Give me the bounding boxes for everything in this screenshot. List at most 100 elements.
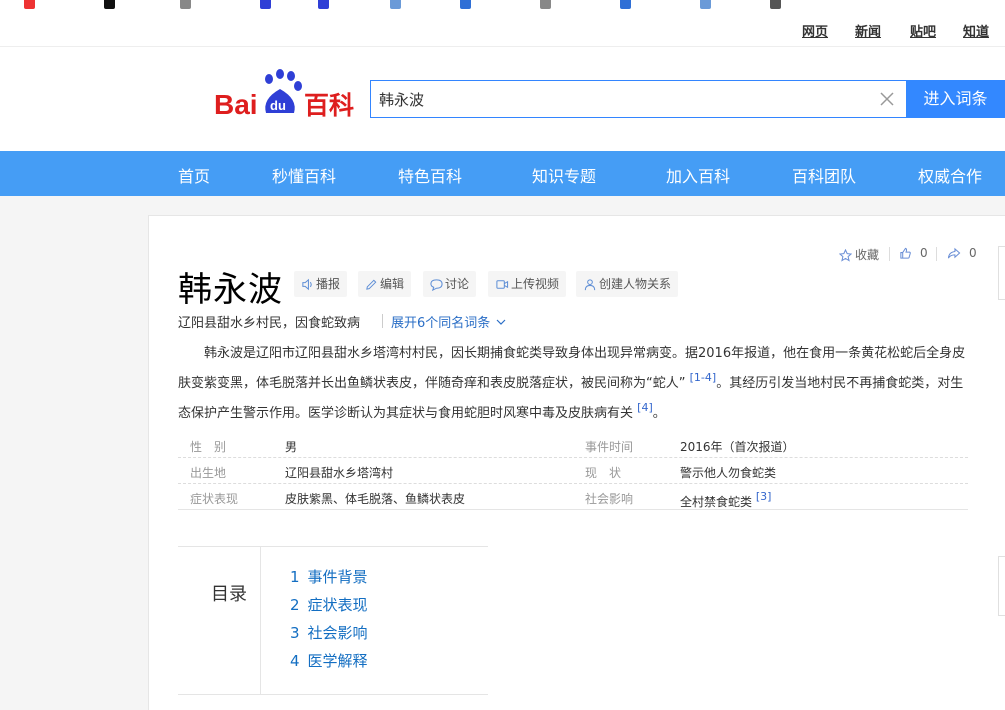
bookmark-item[interactable] (540, 0, 554, 9)
search-input[interactable] (371, 81, 851, 117)
nav-home[interactable]: 首页 (178, 163, 210, 187)
info-row: 出生地 辽阳县甜水乡塔湾村 现 状 警示他人勿食蛇类 (178, 458, 968, 484)
bookmark-icon (260, 0, 271, 9)
info-value: 2016年（首次报道） (680, 440, 795, 454)
bookmark-item[interactable] (318, 0, 332, 9)
top-link-news[interactable]: 新闻 (855, 21, 881, 40)
share-count: 0 (969, 246, 977, 260)
like-count: 0 (920, 246, 928, 260)
broadcast-label: 播报 (316, 277, 341, 291)
entry-card: 收藏 0 0 韩永波 播报 编辑 讨论 上传视频 创建人物关系 辽阳县甜水乡村民… (148, 215, 1005, 710)
bookmark-item[interactable] (180, 0, 194, 9)
nav-join[interactable]: 加入百科 (666, 163, 730, 187)
top-link-tieba[interactable]: 贴吧 (910, 21, 936, 40)
info-label: 性 别 (190, 440, 227, 454)
bookmark-icon (460, 0, 471, 9)
video-icon (496, 280, 509, 289)
toc-label: 社会影响 (307, 624, 368, 642)
nav-cooperation[interactable]: 权威合作 (918, 163, 982, 187)
info-value: 警示他人勿食蛇类 (680, 466, 777, 480)
bookmarks-bar (0, 0, 1005, 14)
toc-item[interactable]: 4 医学解释 (290, 650, 368, 671)
upload-video-label: 上传视频 (511, 277, 560, 291)
toc-number: 3 (290, 624, 300, 642)
nav-topics[interactable]: 知识专题 (532, 163, 596, 187)
like-button[interactable] (899, 246, 915, 260)
discuss-button[interactable]: 讨论 (423, 271, 477, 297)
bookmark-item[interactable] (770, 0, 784, 9)
create-relation-label: 创建人物关系 (599, 277, 672, 291)
summary-text: 。 (652, 406, 666, 421)
upload-video-button[interactable]: 上传视频 (488, 271, 567, 297)
share-button[interactable] (947, 246, 964, 260)
toc-title: 目录 (211, 584, 247, 605)
people-icon (584, 279, 596, 291)
favorite-label: 收藏 (855, 248, 880, 262)
info-label: 出生地 (190, 466, 227, 480)
top-links-bar: 网页 新闻 贴吧 知道 (0, 14, 1005, 47)
toc-label: 症状表现 (307, 596, 368, 614)
reference-link[interactable]: [3] (756, 490, 772, 503)
bookmark-item[interactable] (460, 0, 474, 9)
baidu-baike-logo[interactable]: Bai du 百科 (214, 69, 359, 119)
toc-item[interactable]: 1 事件背景 (290, 566, 368, 587)
share-icon (947, 247, 961, 259)
enter-entry-button[interactable]: 进入词条 (906, 80, 1005, 118)
broadcast-button[interactable]: 播报 (294, 271, 348, 297)
toc-number: 1 (290, 568, 300, 586)
search-box (370, 80, 906, 118)
bookmark-item[interactable] (700, 0, 714, 9)
create-relation-button[interactable]: 创建人物关系 (576, 271, 679, 297)
logo-bai-text: Bai (214, 89, 258, 119)
entry-subtitle: 辽阳县甜水乡村民，因食蛇致病 (178, 316, 361, 331)
top-link-web[interactable]: 网页 (802, 21, 828, 40)
edit-label: 编辑 (380, 277, 405, 291)
reference-link[interactable]: [1-4] (690, 371, 717, 384)
nav-team[interactable]: 百科团队 (792, 163, 856, 187)
bookmark-icon (24, 0, 35, 9)
expand-homonyms-label: 展开6个同名词条 (391, 316, 491, 331)
thumbs-up-icon (900, 247, 911, 259)
info-label: 事件时间 (585, 440, 634, 454)
divider (382, 314, 383, 328)
favorite-button[interactable]: 收藏 (838, 246, 880, 263)
bookmark-item[interactable] (620, 0, 634, 9)
comment-icon (430, 279, 443, 292)
bookmark-icon (104, 0, 115, 9)
toc-item[interactable]: 3 社会影响 (290, 622, 368, 643)
entry-summary: 韩永波是辽阳市辽阳县甜水乡塔湾村村民，因长期捕食蛇类导致身体出现异常病变。据20… (178, 342, 968, 426)
bookmark-icon (390, 0, 401, 9)
info-value: 全村禁食蛇类 [3] (680, 490, 771, 510)
top-link-zhidao[interactable]: 知道 (963, 21, 989, 40)
nav-special[interactable]: 特色百科 (398, 163, 462, 187)
entry-title: 韩永波 (178, 270, 283, 310)
toc-label: 医学解释 (307, 652, 368, 670)
expand-homonyms-link[interactable]: 展开6个同名词条 (391, 312, 506, 331)
reference-link[interactable]: [4] (637, 401, 653, 414)
star-icon (838, 248, 853, 262)
bookmark-item[interactable] (104, 0, 118, 9)
info-value: 辽阳县甜水乡塔湾村 (285, 466, 394, 480)
bookmark-item[interactable] (260, 0, 274, 9)
info-label: 现 状 (585, 466, 622, 480)
side-tool-stub[interactable] (998, 556, 1005, 616)
side-tool-stub[interactable] (998, 246, 1005, 300)
logo-du-text: du (270, 98, 286, 113)
clear-icon[interactable] (878, 90, 896, 108)
main-nav: 首页 秒懂百科 特色百科 知识专题 加入百科 百科团队 权威合作 (0, 151, 1005, 196)
divider (889, 247, 890, 261)
bookmark-item[interactable] (24, 0, 38, 9)
edit-button[interactable]: 编辑 (358, 271, 412, 297)
entry-actions: 收藏 0 0 (838, 246, 989, 264)
discuss-label: 讨论 (445, 277, 470, 291)
bookmark-icon (540, 0, 551, 9)
info-row: 症状表现 皮肤紫黑、体毛脱落、鱼鳞状表皮 社会影响 全村禁食蛇类 [3] (178, 484, 968, 510)
nav-miaodong[interactable]: 秒懂百科 (272, 163, 336, 187)
toc-item[interactable]: 2 症状表现 (290, 594, 368, 615)
bookmark-item[interactable] (390, 0, 404, 9)
info-row: 性 别 男 事件时间 2016年（首次报道） (178, 432, 968, 458)
toc-label: 事件背景 (307, 568, 368, 586)
info-value: 皮肤紫黑、体毛脱落、鱼鳞状表皮 (285, 492, 466, 506)
table-of-contents: 目录 1 事件背景 2 症状表现 3 社会影响 4 医学解释 (178, 546, 488, 695)
logo-baike-text: 百科 (304, 91, 354, 119)
